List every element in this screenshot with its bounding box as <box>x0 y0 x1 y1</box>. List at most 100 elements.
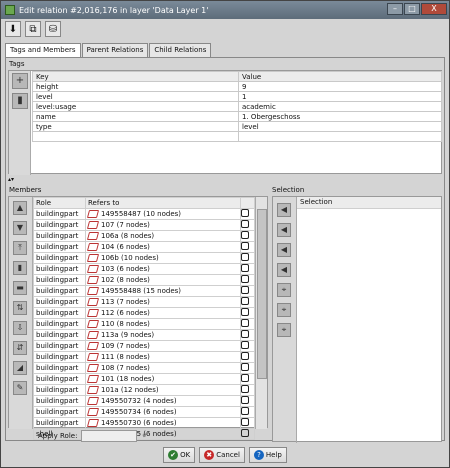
sort-icon[interactable]: ⇅ <box>13 301 27 315</box>
member-refers-to[interactable]: 111 (8 nodes) <box>85 351 241 363</box>
member-refers-to[interactable]: 149558487 (10 nodes) <box>85 208 241 220</box>
column-header-key[interactable]: Key <box>32 71 239 82</box>
tag-row[interactable]: height 9 <box>32 81 442 92</box>
tag-key[interactable] <box>32 131 239 142</box>
tag-value[interactable]: 9 <box>238 81 442 92</box>
member-role[interactable]: buildingpart <box>33 395 86 407</box>
member-refers-to[interactable]: 112 (6 nodes) <box>85 307 241 319</box>
tag-key[interactable]: level <box>32 91 239 102</box>
delete-tag-icon[interactable]: ▮ <box>12 93 28 109</box>
move-down-icon[interactable]: ▼ <box>13 221 27 235</box>
member-refers-to[interactable]: 149550730 (6 nodes) <box>85 417 241 429</box>
member-row[interactable]: buildingpart 107 (7 nodes) <box>33 219 255 231</box>
members-scroll-thumb[interactable] <box>257 209 267 379</box>
member-row[interactable]: buildingpart 112 (6 nodes) <box>33 307 255 319</box>
member-row[interactable]: buildingpart 103 (6 nodes) <box>33 263 255 275</box>
member-row[interactable]: buildingpart 149550732 (4 nodes) <box>33 395 255 407</box>
add-at-end-icon[interactable]: ◀ <box>277 263 291 277</box>
add-before-icon[interactable]: ◀ <box>277 223 291 237</box>
column-header-refers-to[interactable]: Refers to <box>85 197 241 209</box>
member-role[interactable]: buildingpart <box>33 252 86 264</box>
selection-list[interactable]: Selection <box>297 197 441 441</box>
tag-key[interactable]: type <box>32 121 239 132</box>
member-row[interactable]: buildingpart 113a (9 nodes) <box>33 329 255 341</box>
member-row[interactable]: buildingpart 101a (12 nodes) <box>33 384 255 396</box>
apply-role-input[interactable] <box>81 430 138 442</box>
select-in-map-icon[interactable]: ⌖ <box>277 283 291 297</box>
member-refers-to[interactable]: 149550732 (4 nodes) <box>85 395 241 407</box>
tag-value[interactable]: academic <box>238 101 442 112</box>
member-refers-to[interactable]: 149550734 (6 nodes) <box>85 406 241 418</box>
member-role[interactable]: buildingpart <box>33 384 86 396</box>
column-header-role[interactable]: Role <box>33 197 86 209</box>
member-role[interactable]: buildingpart <box>33 351 86 363</box>
move-top-icon[interactable]: ⤒ <box>13 241 27 255</box>
move-icon[interactable]: ◢ <box>13 361 27 375</box>
member-refers-to[interactable]: 113a (9 nodes) <box>85 329 241 341</box>
edit-member-icon[interactable]: ✎ <box>13 381 27 395</box>
member-row[interactable]: buildingpart 102 (8 nodes) <box>33 274 255 286</box>
member-role[interactable]: buildingpart <box>33 219 86 231</box>
member-row[interactable]: buildingpart 113 (7 nodes) <box>33 296 255 308</box>
reverse-icon[interactable]: ⇵ <box>13 341 27 355</box>
tag-value[interactable]: 1 <box>238 91 442 102</box>
member-refers-to[interactable]: 149558488 (15 nodes) <box>85 285 241 297</box>
member-refers-to[interactable]: 110 (8 nodes) <box>85 318 241 330</box>
member-refers-to[interactable]: 109 (7 nodes) <box>85 340 241 352</box>
minimize-button[interactable]: – <box>387 3 403 15</box>
help-button[interactable]: ? Help <box>248 447 287 463</box>
member-row[interactable]: buildingpart 149558487 (10 nodes) <box>33 208 255 220</box>
tab-tags-and-members[interactable]: Tags and Members <box>5 43 81 58</box>
member-role[interactable]: buildingpart <box>33 417 86 429</box>
tag-value[interactable]: level <box>238 121 442 132</box>
member-refers-to[interactable]: 103 (6 nodes) <box>85 263 241 275</box>
member-role[interactable]: buildingpart <box>33 208 86 220</box>
member-row[interactable]: buildingpart 109 (7 nodes) <box>33 340 255 352</box>
member-row[interactable]: buildingpart 108 (7 nodes) <box>33 362 255 374</box>
member-refers-to[interactable]: 107 (7 nodes) <box>85 219 241 231</box>
member-role[interactable]: buildingpart <box>33 274 86 286</box>
member-refers-to[interactable]: 106a (8 nodes) <box>85 230 241 242</box>
member-role[interactable]: buildingpart <box>33 241 86 253</box>
close-button[interactable]: X <box>421 3 447 15</box>
tab-parent-relations[interactable]: Parent Relations <box>81 43 149 57</box>
member-role[interactable]: buildingpart <box>33 296 86 308</box>
select-members-icon[interactable]: ⌖ <box>277 323 291 337</box>
member-row[interactable]: buildingpart 111 (8 nodes) <box>33 351 255 363</box>
member-row[interactable]: buildingpart 106b (10 nodes) <box>33 252 255 264</box>
download-members-icon[interactable]: ⇩ <box>13 321 27 335</box>
members-scrollbar[interactable] <box>255 197 267 429</box>
database-button[interactable]: ⛁ <box>45 21 61 37</box>
cancel-button[interactable]: ✖ Cancel <box>199 447 245 463</box>
remove-icon[interactable]: ▬ <box>13 281 27 295</box>
tag-row[interactable]: name 1. Obergeschoss <box>32 111 442 122</box>
apply-role-check-icon[interactable]: ✔ <box>141 430 153 442</box>
member-role[interactable]: buildingpart <box>33 285 86 297</box>
download-button[interactable]: ⬇ <box>5 21 21 37</box>
tag-key[interactable]: name <box>32 111 239 122</box>
tag-key[interactable]: height <box>32 81 239 92</box>
member-refers-to[interactable]: 104 (6 nodes) <box>85 241 241 253</box>
move-up-icon[interactable]: ▲ <box>13 201 27 215</box>
member-row[interactable]: buildingpart 101 (18 nodes) <box>33 373 255 385</box>
member-role[interactable]: buildingpart <box>33 230 86 242</box>
delete-member-icon[interactable]: ▮ <box>13 261 27 275</box>
member-role[interactable]: buildingpart <box>33 362 86 374</box>
copy-button[interactable]: ⧉ <box>25 21 41 37</box>
member-role[interactable]: buildingpart <box>33 263 86 275</box>
member-row[interactable]: buildingpart 104 (6 nodes) <box>33 241 255 253</box>
member-role[interactable]: buildingpart <box>33 373 86 385</box>
tag-row[interactable]: level:usage academic <box>32 101 442 112</box>
tag-row[interactable]: type level <box>32 121 442 132</box>
ok-button[interactable]: ✔ OK <box>163 447 196 463</box>
tag-value[interactable]: 1. Obergeschoss <box>238 111 442 122</box>
add-tag-icon[interactable]: + <box>12 73 28 89</box>
zoom-selection-icon[interactable]: ⌖ <box>277 303 291 317</box>
member-refers-to[interactable]: 101a (12 nodes) <box>85 384 241 396</box>
title-bar[interactable]: Edit relation #2,016,176 in layer 'Data … <box>1 1 449 19</box>
member-refers-to[interactable]: 113 (7 nodes) <box>85 296 241 308</box>
member-refers-to[interactable]: 102 (8 nodes) <box>85 274 241 286</box>
member-role[interactable]: buildingpart <box>33 329 86 341</box>
tag-key[interactable]: level:usage <box>32 101 239 112</box>
member-row[interactable]: buildingpart 110 (8 nodes) <box>33 318 255 330</box>
